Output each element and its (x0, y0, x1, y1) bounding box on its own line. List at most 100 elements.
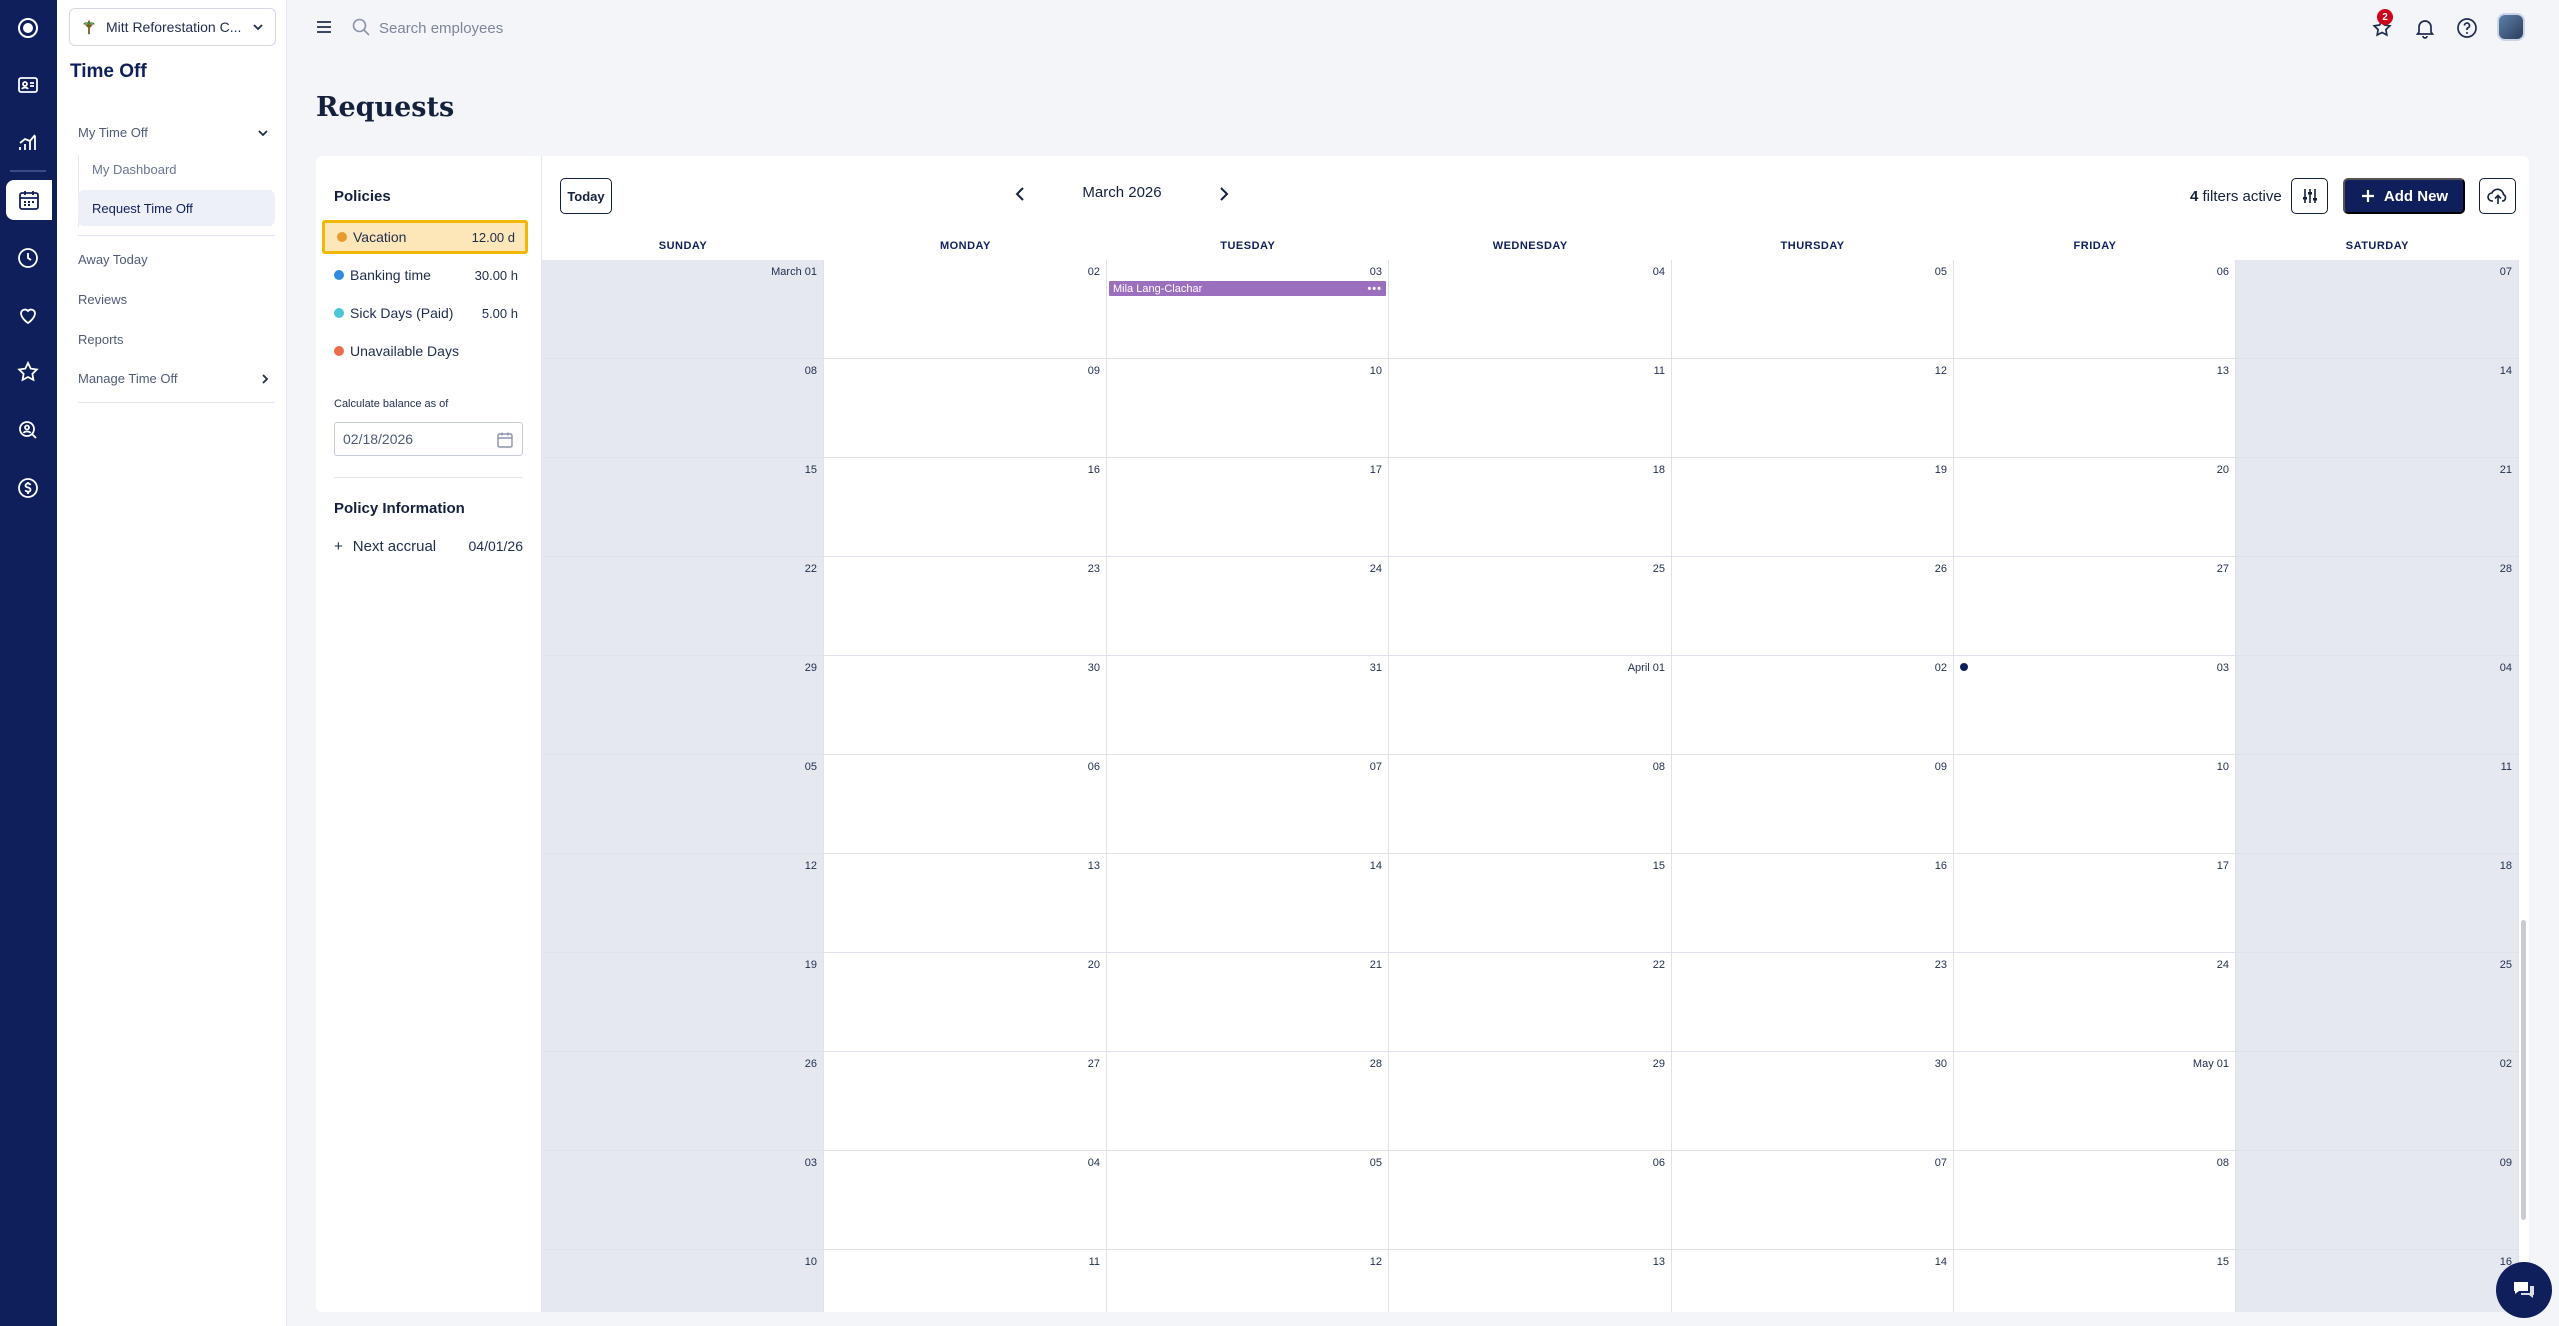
calendar-day-cell[interactable]: 14 (1107, 854, 1389, 953)
today-button[interactable]: Today (560, 178, 612, 214)
policy-item[interactable]: Sick Days (Paid) 5.00 h (322, 296, 528, 330)
calendar-day-cell[interactable]: 04 (2236, 656, 2519, 755)
calendar-day-cell[interactable]: 16 (2236, 1250, 2519, 1312)
heart-icon[interactable] (14, 301, 42, 329)
calendar-day-cell[interactable]: 20 (824, 953, 1107, 1052)
calendar-day-cell[interactable]: 04 (824, 1151, 1107, 1250)
calendar-day-cell[interactable]: 04 (1389, 260, 1672, 359)
calendar-day-cell[interactable]: 19 (542, 953, 824, 1052)
calendar-day-cell[interactable]: 17 (1954, 854, 2236, 953)
calendar-day-cell[interactable]: 29 (1389, 1052, 1672, 1151)
calendar-day-cell[interactable]: 24 (1107, 557, 1389, 656)
calendar-day-cell[interactable]: 10 (1107, 359, 1389, 458)
add-new-button[interactable]: Add New (2343, 178, 2465, 214)
chevron-right-icon[interactable] (259, 373, 271, 385)
calendar-day-cell[interactable]: 14 (1672, 1250, 1954, 1312)
calc-balance-date-field[interactable]: 02/18/2026 (334, 422, 523, 456)
calendar-day-cell[interactable]: 17 (1107, 458, 1389, 557)
calendar-day-cell[interactable]: 12 (542, 854, 824, 953)
calendar-day-cell[interactable]: 26 (542, 1052, 824, 1151)
calendar-day-cell[interactable]: 09 (1672, 755, 1954, 854)
calendar-day-cell[interactable]: 12 (1107, 1250, 1389, 1312)
calendar-day-cell[interactable]: 28 (2236, 557, 2519, 656)
filter-button[interactable] (2291, 178, 2328, 214)
chevron-left-icon[interactable] (1008, 182, 1032, 206)
calendar-day-cell[interactable]: 30 (824, 656, 1107, 755)
calendar-day-cell[interactable]: April 01 (1389, 656, 1672, 755)
next-accrual-row[interactable]: + Next accrual 04/01/26 (334, 538, 523, 555)
calendar-day-cell[interactable]: 14 (2236, 359, 2519, 458)
calendar-day-cell[interactable]: 02 (1672, 656, 1954, 755)
help-icon[interactable] (2455, 16, 2479, 40)
calendar-day-cell[interactable]: 08 (1954, 1151, 2236, 1250)
calendar-icon[interactable] (496, 431, 514, 449)
calendar-day-cell[interactable]: 21 (2236, 458, 2519, 557)
calendar-day-cell[interactable]: 03 (1107, 260, 1389, 359)
people-icon[interactable] (14, 71, 42, 99)
calendar-day-cell[interactable]: 08 (542, 359, 824, 458)
chevron-right-icon[interactable] (1212, 182, 1236, 206)
calendar-day-cell[interactable]: 26 (1672, 557, 1954, 656)
calendar-day-cell[interactable]: 02 (2236, 1052, 2519, 1151)
calendar-scrollbar[interactable] (2519, 260, 2529, 1312)
calendar-day-cell[interactable]: 15 (1389, 854, 1672, 953)
calendar-day-cell[interactable]: 11 (824, 1250, 1107, 1312)
calendar-day-cell[interactable]: 06 (1954, 260, 2236, 359)
policy-item[interactable]: Unavailable Days (322, 334, 528, 368)
calendar-day-cell[interactable]: 13 (824, 854, 1107, 953)
calendar-day-cell[interactable]: 05 (542, 755, 824, 854)
nav-reviews[interactable]: Reviews (78, 292, 127, 307)
calendar-day-cell[interactable]: 13 (1954, 359, 2236, 458)
calendar-day-cell[interactable]: 24 (1954, 953, 2236, 1052)
calendar-day-cell[interactable]: 07 (1672, 1151, 1954, 1250)
nav-away-today[interactable]: Away Today (78, 252, 148, 267)
avatar[interactable] (2497, 13, 2525, 41)
calendar-day-cell[interactable]: 12 (1672, 359, 1954, 458)
calendar-day-cell[interactable]: 10 (1954, 755, 2236, 854)
clock-icon[interactable] (14, 244, 42, 272)
calendar-day-cell[interactable]: 05 (1107, 1151, 1389, 1250)
calendar-day-cell[interactable]: 22 (542, 557, 824, 656)
nav-my-time-off[interactable]: My Time Off (78, 125, 148, 140)
calendar-day-cell[interactable]: March 01 (542, 260, 824, 359)
calendar-day-cell[interactable]: 16 (1672, 854, 1954, 953)
calendar-day-cell[interactable]: 25 (2236, 953, 2519, 1052)
chevron-down-icon[interactable] (257, 127, 269, 139)
calendar-day-cell[interactable]: 07 (2236, 260, 2519, 359)
calendar-day-cell[interactable]: 06 (1389, 1151, 1672, 1250)
calendar-day-cell[interactable]: 05 (1672, 260, 1954, 359)
calendar-day-cell[interactable]: 23 (1672, 953, 1954, 1052)
calendar-day-cell[interactable]: 11 (2236, 755, 2519, 854)
calendar-day-cell[interactable]: 03 (1954, 656, 2236, 755)
calendar-day-cell[interactable]: 11 (1389, 359, 1672, 458)
home-icon[interactable] (14, 14, 42, 42)
calendar-day-cell[interactable]: 20 (1954, 458, 2236, 557)
scrollbar-thumb[interactable] (2521, 920, 2526, 1220)
search-input[interactable] (379, 14, 779, 42)
calendar-day-cell[interactable]: 03 (542, 1151, 824, 1250)
calendar-day-cell[interactable]: 15 (542, 458, 824, 557)
menu-icon[interactable] (315, 18, 333, 36)
calendar-day-cell[interactable]: 29 (542, 656, 824, 755)
dollar-icon[interactable] (14, 474, 42, 502)
nav-manage-time-off[interactable]: Manage Time Off (78, 371, 177, 386)
calendar-day-cell[interactable]: 22 (1389, 953, 1672, 1052)
bell-icon[interactable] (2413, 16, 2437, 40)
calendar-day-cell[interactable]: 15 (1954, 1250, 2236, 1312)
calendar-day-cell[interactable]: 27 (1954, 557, 2236, 656)
chat-button[interactable] (2496, 1262, 2552, 1318)
event-more-icon[interactable]: ••• (1367, 283, 1382, 295)
calendar-day-cell[interactable]: 23 (824, 557, 1107, 656)
analytics-icon[interactable] (14, 128, 42, 156)
calendar-day-cell[interactable]: 10 (542, 1250, 824, 1312)
calendar-day-cell[interactable]: 19 (1672, 458, 1954, 557)
calendar-day-cell[interactable]: 06 (824, 755, 1107, 854)
calendar-day-cell[interactable]: 07 (1107, 755, 1389, 854)
calendar-day-cell[interactable]: 18 (1389, 458, 1672, 557)
person-search-icon[interactable] (14, 416, 42, 444)
upload-button[interactable] (2479, 178, 2516, 214)
calendar-day-cell[interactable]: 16 (824, 458, 1107, 557)
nav-reports[interactable]: Reports (78, 332, 124, 347)
calendar-day-cell[interactable]: 21 (1107, 953, 1389, 1052)
calendar-day-cell[interactable]: 09 (2236, 1151, 2519, 1250)
